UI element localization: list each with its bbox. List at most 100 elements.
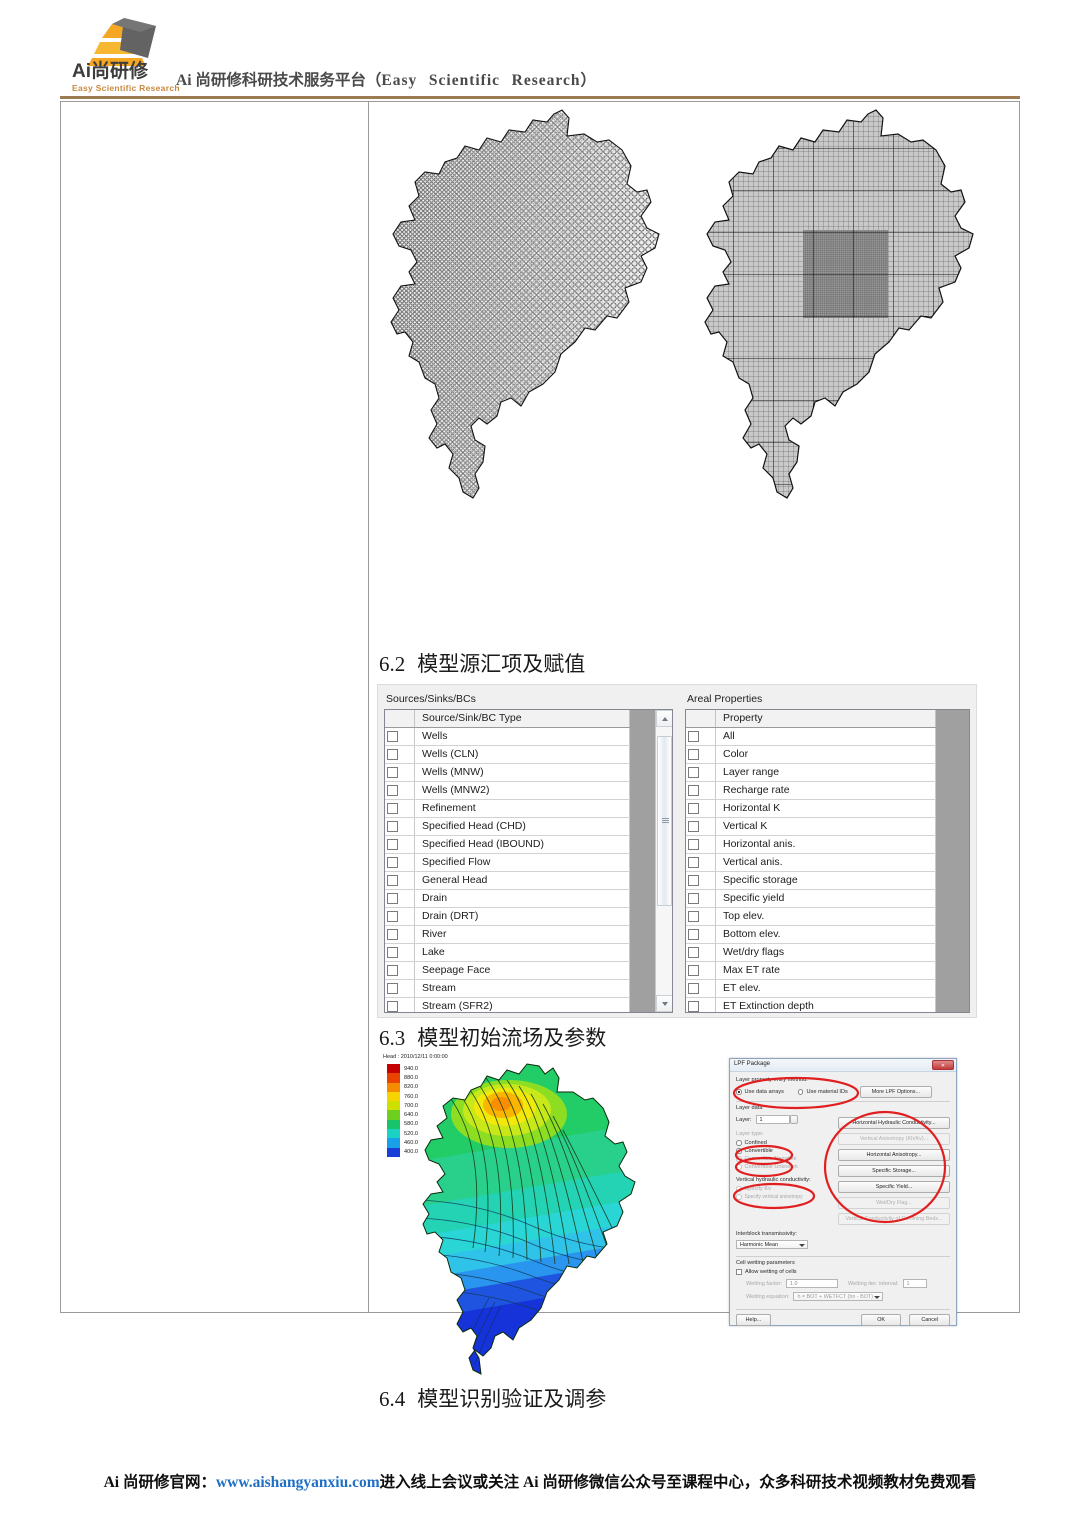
row-checkbox[interactable] [686,890,716,907]
table-row[interactable]: Max ET rate [686,962,936,980]
table-row[interactable]: Horizontal anis. [686,836,936,854]
more-lpf-options-button[interactable]: More LPF Options... [859,1086,932,1098]
radio-convertible[interactable]: Convertible [736,1148,832,1154]
row-checkbox[interactable] [686,800,716,817]
section-number-6-4: 6.4 [379,1387,406,1411]
cancel-button[interactable]: Cancel [909,1314,950,1326]
row-checkbox[interactable] [385,890,415,907]
lpf-package-dialog[interactable]: LPF Package ✕ Layer property entry metho… [729,1058,957,1326]
radio-confined[interactable]: Confined [736,1140,832,1146]
row-checkbox[interactable] [686,764,716,781]
table-row[interactable]: ET elev. [686,980,936,998]
row-checkbox[interactable] [686,836,716,853]
table-row[interactable]: Specified Flow [385,854,630,872]
horizontal-hydraulic-conductivity-button[interactable]: Horizontal Hydraulic Conductivity... [838,1117,950,1129]
row-checkbox[interactable] [686,926,716,943]
table-row[interactable]: Seepage Face [385,962,630,980]
row-checkbox[interactable] [385,854,415,871]
table-row[interactable]: Recharge rate [686,782,936,800]
table-row[interactable]: Vertical K [686,818,936,836]
interblock-transmissivity-select[interactable]: Harmonic Mean [736,1240,808,1249]
table-row[interactable]: Drain [385,890,630,908]
table-row[interactable]: River [385,926,630,944]
row-checkbox[interactable] [686,818,716,835]
row-checkbox[interactable] [686,908,716,925]
layer-number-input[interactable]: 1 [755,1115,790,1124]
row-checkbox[interactable] [686,872,716,889]
table-row[interactable]: Stream (SFR2) [385,998,630,1012]
row-checkbox[interactable] [686,746,716,763]
row-checkbox[interactable] [686,998,716,1012]
row-checkbox[interactable] [686,980,716,997]
tagline-close-paren: ） [580,72,596,89]
radio-use-material-ids[interactable]: Use material IDs [797,1089,848,1095]
table-row[interactable]: Vertical anis. [686,854,936,872]
horizontal-anisotropy-button[interactable]: Horizontal Anisotropy... [838,1149,950,1161]
checkbox-icon [688,965,699,976]
row-checkbox[interactable] [385,800,415,817]
row-checkbox[interactable] [686,728,716,745]
row-checkbox[interactable] [686,782,716,799]
row-checkbox[interactable] [385,764,415,781]
row-checkbox[interactable] [385,962,415,979]
row-checkbox[interactable] [385,818,415,835]
row-checkbox[interactable] [385,998,415,1012]
specific-storage-button[interactable]: Specific Storage... [838,1165,950,1177]
table-row[interactable]: Wells (CLN) [385,746,630,764]
row-checkbox[interactable] [385,926,415,943]
table-row[interactable]: Specific yield [686,890,936,908]
ok-button[interactable]: OK [860,1314,902,1326]
row-checkbox[interactable] [385,908,415,925]
row-checkbox[interactable] [385,836,415,853]
chevron-down-icon [874,1296,881,1299]
table-row[interactable]: Specified Head (CHD) [385,818,630,836]
row-checkbox[interactable] [385,728,415,745]
sources-grid[interactable]: Source/Sink/BC Type Wells Wells (CLN) Wells… [384,709,673,1013]
areal-grid[interactable]: Property All Color Layer range Recharge rate… [685,709,970,1013]
table-row[interactable]: Lake [385,944,630,962]
table-row[interactable]: Refinement [385,800,630,818]
checkbox-allow-wetting[interactable]: Allow wetting of cells [736,1269,950,1275]
table-row[interactable]: Layer range [686,764,936,782]
table-row[interactable]: Wells [385,728,630,746]
checkbox-icon [688,767,699,778]
table-row[interactable]: All [686,728,936,746]
wetting-equation-select[interactable]: h = BOT + WETFCT (hn - BOT) [793,1292,884,1301]
grid-header-checkbox-cell [385,710,415,727]
table-row[interactable]: Wells (MNW2) [385,782,630,800]
scroll-up-button[interactable] [656,710,672,727]
radio-use-data-arrays[interactable]: Use data arrays [736,1089,784,1095]
footer-url-link[interactable]: www.aishangyanxiu.com [216,1474,380,1491]
scrollbar-thumb[interactable] [657,736,672,906]
row-checkbox[interactable] [385,980,415,997]
row-checkbox[interactable] [686,944,716,961]
table-row[interactable]: Stream [385,980,630,998]
layer-stepper[interactable] [789,1115,798,1124]
row-checkbox[interactable] [385,746,415,763]
wetting-iter-interval-input[interactable]: 1 [902,1279,927,1288]
row-checkbox[interactable] [385,944,415,961]
row-checkbox[interactable] [385,782,415,799]
table-row[interactable]: Color [686,746,936,764]
table-row[interactable]: ET Extinction depth [686,998,936,1012]
table-row[interactable]: Specific storage [686,872,936,890]
row-checkbox[interactable] [385,872,415,889]
scroll-down-button[interactable] [656,995,672,1012]
row-checkbox[interactable] [686,962,716,979]
table-row[interactable]: Drain (DRT) [385,908,630,926]
sources-vertical-scrollbar[interactable] [655,710,672,1012]
table-row[interactable]: Top elev. [686,908,936,926]
row-checkbox[interactable] [686,854,716,871]
table-row[interactable]: Horizontal K [686,800,936,818]
radio-specify-kv[interactable]: Specify Kv [736,1186,832,1192]
specific-yield-button[interactable]: Specific Yield... [838,1181,950,1193]
gms-sources-properties-panel[interactable]: Sources/Sinks/BCs Source/Sink/BC Type Wel… [377,684,977,1018]
help-button[interactable]: Help... [736,1314,771,1326]
table-row[interactable]: Specified Head (IBOUND) [385,836,630,854]
table-row[interactable]: Wet/dry flags [686,944,936,962]
table-row[interactable]: Bottom elev. [686,926,936,944]
close-icon[interactable]: ✕ [932,1060,954,1070]
table-row[interactable]: General Head [385,872,630,890]
table-row[interactable]: Wells (MNW) [385,764,630,782]
wetting-factor-input[interactable]: 1.0 [785,1279,838,1288]
